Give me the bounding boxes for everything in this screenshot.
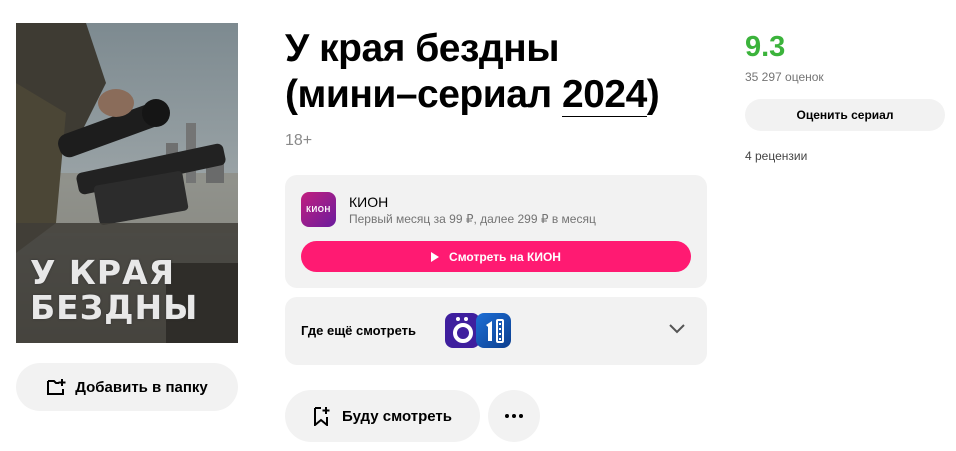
- kion-logo-icon: КИОН: [301, 192, 336, 227]
- provider-card: КИОН КИОН Первый месяц за 99 ₽, далее 29…: [285, 175, 707, 288]
- watch-later-label: Буду смотреть: [341, 407, 453, 425]
- poster[interactable]: У КРАЯ БЕЗДНЫ: [16, 23, 238, 343]
- more-options-button[interactable]: [488, 390, 540, 442]
- title-main: У края бездны: [285, 27, 560, 70]
- chevron-down-icon[interactable]: [669, 324, 685, 334]
- watch-on-kion-label: Смотреть на КИОН: [449, 249, 561, 264]
- rate-series-button[interactable]: Оценить сериал: [745, 99, 945, 131]
- title-year-link[interactable]: 2024: [562, 73, 647, 117]
- provider-name: КИОН: [349, 194, 389, 210]
- votes-count: 35 297 оценок: [745, 70, 824, 84]
- page-title: У края бездны (мини–сериал 2024): [285, 26, 715, 118]
- poster-title: У КРАЯ БЕЗДНЫ: [30, 253, 199, 327]
- bookmark-add-icon: [313, 407, 330, 426]
- watch-later-button[interactable]: Буду смотреть: [285, 390, 480, 442]
- okko-icon[interactable]: [445, 313, 480, 348]
- where-else-to-watch[interactable]: Где ещё смотреть: [285, 297, 707, 365]
- provider-offer: Первый месяц за 99 ₽, далее 299 ₽ в меся…: [349, 212, 596, 226]
- watch-on-kion-button[interactable]: Смотреть на КИОН: [301, 241, 691, 272]
- where-else-label: Где ещё смотреть: [301, 323, 417, 338]
- add-to-folder-label: Добавить в папку: [75, 378, 208, 396]
- play-icon: [431, 251, 440, 262]
- more-icon: [505, 414, 523, 418]
- age-rating: 18+: [285, 132, 313, 149]
- add-to-folder-button[interactable]: Добавить в папку: [16, 363, 238, 411]
- rate-series-label: Оценить сериал: [796, 108, 894, 122]
- rating-value: 9.3: [745, 31, 786, 63]
- title-suffix: ): [646, 73, 660, 116]
- reviews-link[interactable]: 4 рецензии: [745, 149, 807, 163]
- add-folder-icon: [47, 379, 66, 395]
- title-type: (мини–сериал: [285, 73, 563, 116]
- first-channel-icon[interactable]: [476, 313, 511, 348]
